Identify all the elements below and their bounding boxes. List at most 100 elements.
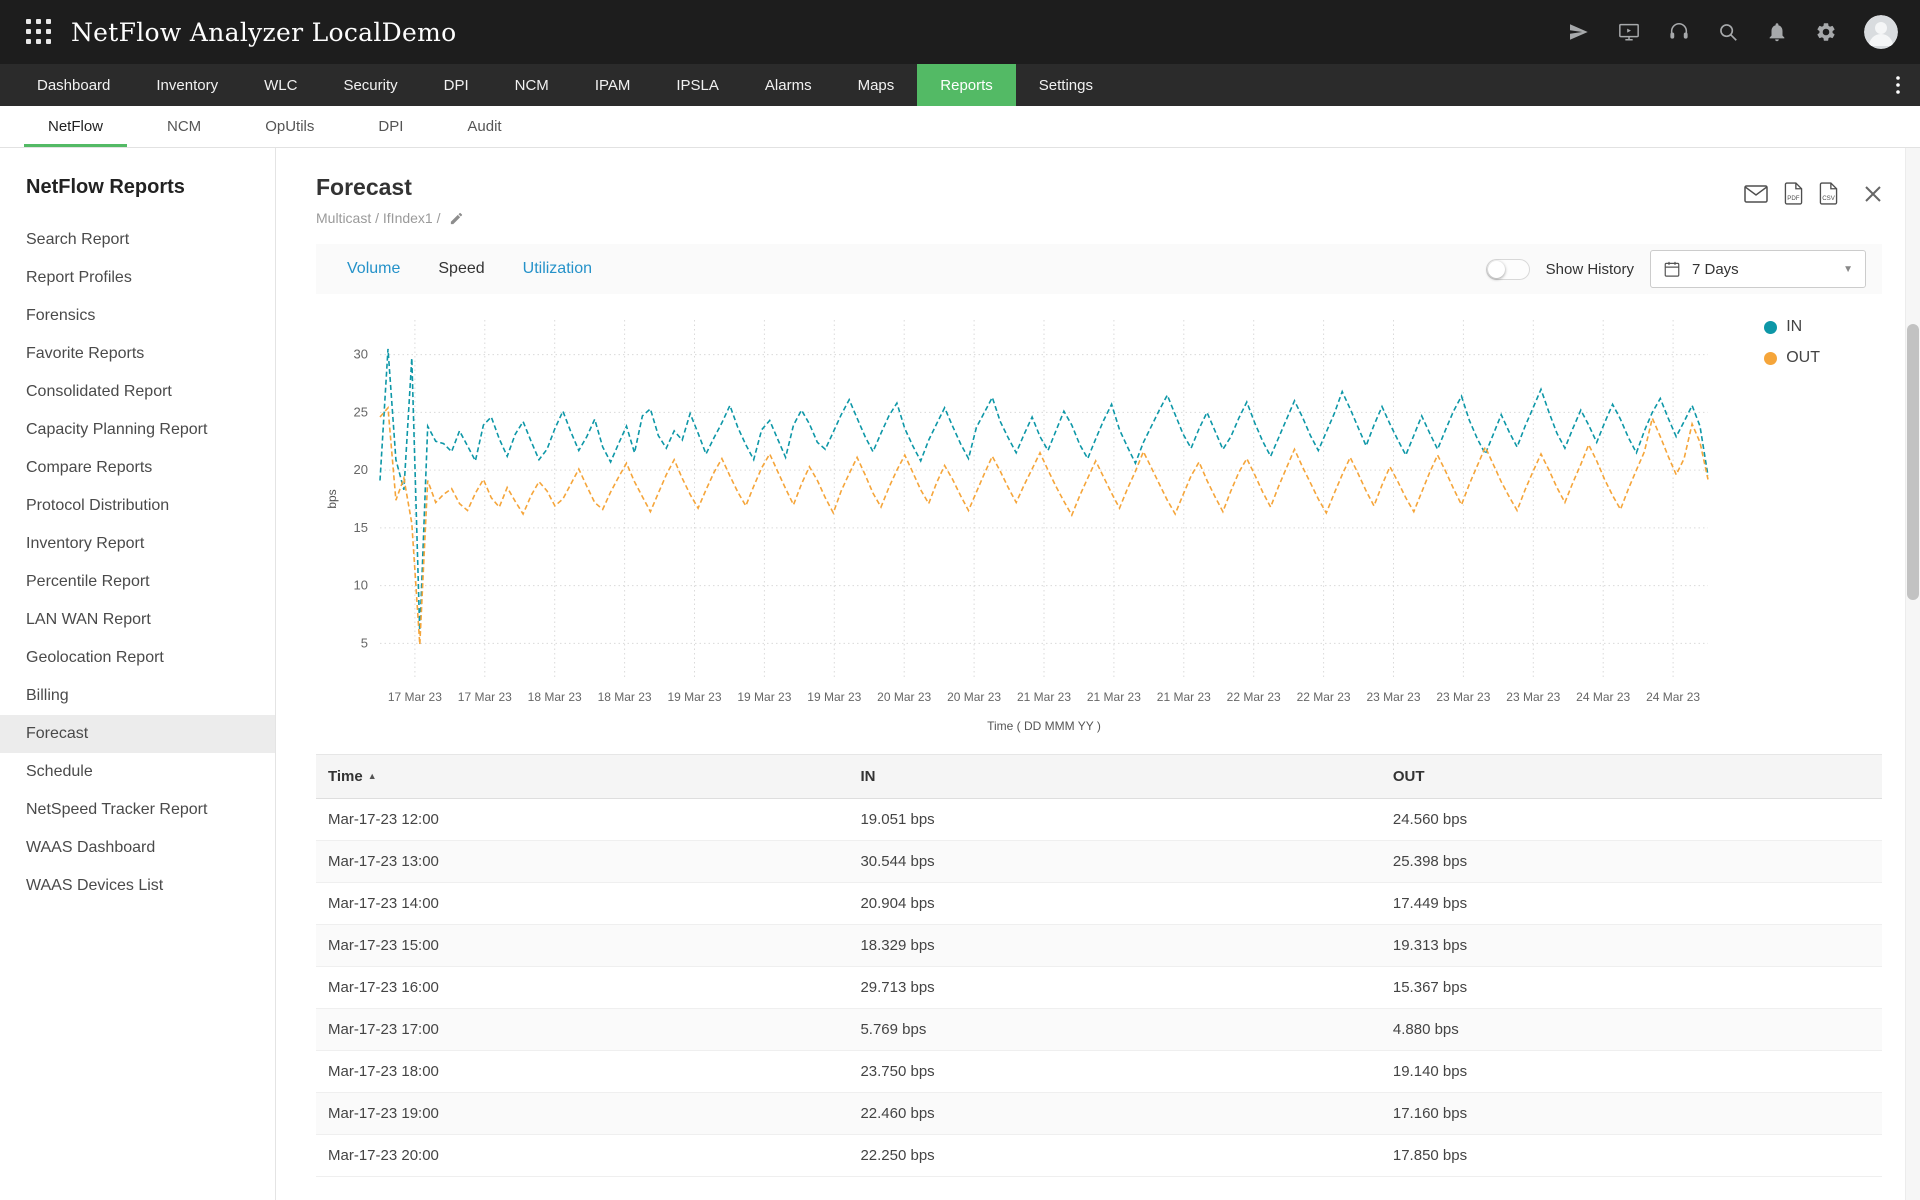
- svg-text:19 Mar 23: 19 Mar 23: [737, 690, 791, 704]
- show-history-label: Show History: [1545, 260, 1634, 278]
- tab-utilization[interactable]: Utilization: [504, 260, 611, 278]
- column-header-time[interactable]: Time ▲: [316, 754, 849, 799]
- sidebar-item-favorite-reports[interactable]: Favorite Reports: [0, 335, 275, 373]
- svg-text:17 Mar 23: 17 Mar 23: [458, 690, 512, 704]
- cell-in: 19.051 bps: [848, 798, 1381, 841]
- table-row: Mar-17-23 13:00 30.544 bps 25.398 bps: [316, 840, 1882, 883]
- toggle-knob: [1487, 260, 1505, 278]
- cell-in: 22.460 bps: [848, 1092, 1381, 1135]
- scrollbar-thumb[interactable]: [1907, 324, 1919, 600]
- email-report-icon[interactable]: [1744, 184, 1768, 203]
- column-header-out[interactable]: OUT: [1380, 754, 1882, 799]
- table-row: Mar-17-23 14:00 20.904 bps 17.449 bps: [316, 882, 1882, 925]
- sidebar-item-percentile-report[interactable]: Percentile Report: [0, 563, 275, 601]
- sidebar-item-report-profiles[interactable]: Report Profiles: [0, 259, 275, 297]
- svg-text:19 Mar 23: 19 Mar 23: [807, 690, 861, 704]
- sort-arrow-icon: ▲: [367, 771, 377, 781]
- demo-screen-icon[interactable]: [1617, 21, 1641, 43]
- nav-item-reports[interactable]: Reports: [917, 64, 1016, 106]
- notifications-bell-icon[interactable]: [1766, 21, 1788, 43]
- column-header-in[interactable]: IN: [848, 754, 1381, 799]
- show-history-toggle[interactable]: [1485, 258, 1530, 280]
- user-avatar[interactable]: [1864, 15, 1898, 49]
- cell-out: 19.313 bps: [1380, 924, 1882, 967]
- svg-text:25: 25: [354, 404, 368, 419]
- sidebar-item-forensics[interactable]: Forensics: [0, 297, 275, 335]
- apps-grid-icon[interactable]: [26, 18, 53, 46]
- subnav-item-dpi[interactable]: DPI: [346, 106, 435, 147]
- in-legend-label: IN: [1786, 318, 1803, 335]
- table-body: Mar-17-23 12:00 19.051 bps 24.560 bps Mar-1…: [316, 798, 1882, 1177]
- sidebar-item-forecast[interactable]: Forecast: [0, 715, 275, 753]
- sidebar-item-compare-reports[interactable]: Compare Reports: [0, 449, 275, 487]
- svg-text:23 Mar 23: 23 Mar 23: [1366, 690, 1420, 704]
- nav-item-wlc[interactable]: WLC: [241, 64, 320, 106]
- support-headset-icon[interactable]: [1668, 21, 1690, 43]
- svg-text:20 Mar 23: 20 Mar 23: [877, 690, 931, 704]
- sidebar-item-waas-devices-list[interactable]: WAAS Devices List: [0, 867, 275, 905]
- tab-speed[interactable]: Speed: [419, 260, 503, 278]
- sidebar-item-capacity-planning-report[interactable]: Capacity Planning Report: [0, 411, 275, 449]
- cell-time: Mar-17-23 13:00: [316, 840, 849, 883]
- nav-item-ncm[interactable]: NCM: [492, 64, 572, 106]
- tab-volume[interactable]: Volume: [328, 260, 419, 278]
- svg-text:24 Mar 23: 24 Mar 23: [1646, 690, 1700, 704]
- tab-strip: Volume Speed Utilization Show History 7 Da…: [316, 244, 1882, 294]
- svg-text:23 Mar 23: 23 Mar 23: [1436, 690, 1490, 704]
- export-csv-icon[interactable]: CSV: [1819, 182, 1838, 205]
- subnav-item-ncm[interactable]: NCM: [135, 106, 233, 147]
- sidebar-item-lan-wan-report[interactable]: LAN WAN Report: [0, 601, 275, 639]
- svg-text:30: 30: [354, 347, 368, 362]
- forecast-table: Time ▲ IN OUT Mar-17-23 12:00 19.051 bps 24.5…: [316, 754, 1882, 1177]
- sidebar-item-search-report[interactable]: Search Report: [0, 221, 275, 259]
- subnav-item-netflow[interactable]: NetFlow: [16, 106, 135, 147]
- sidebar-item-waas-dashboard[interactable]: WAAS Dashboard: [0, 829, 275, 867]
- cell-time: Mar-17-23 20:00: [316, 1134, 849, 1177]
- nav-overflow-menu-icon[interactable]: [1876, 64, 1920, 106]
- sidebar-item-netspeed-tracker-report[interactable]: NetSpeed Tracker Report: [0, 791, 275, 829]
- nav-item-dashboard[interactable]: Dashboard: [14, 64, 133, 106]
- nav-item-ipam[interactable]: IPAM: [572, 64, 654, 106]
- legend-item-out[interactable]: OUT: [1764, 349, 1820, 367]
- cell-out: 19.140 bps: [1380, 1050, 1882, 1093]
- svg-text:22 Mar 23: 22 Mar 23: [1297, 690, 1351, 704]
- sidebar-item-inventory-report[interactable]: Inventory Report: [0, 525, 275, 563]
- nav-item-maps[interactable]: Maps: [835, 64, 918, 106]
- cell-in: 30.544 bps: [848, 840, 1381, 883]
- nav-item-ipsla[interactable]: IPSLA: [653, 64, 742, 106]
- vertical-scrollbar[interactable]: [1905, 148, 1920, 1200]
- export-pdf-icon[interactable]: PDF: [1784, 182, 1803, 205]
- close-report-icon[interactable]: [1864, 185, 1882, 203]
- sidebar-item-geolocation-report[interactable]: Geolocation Report: [0, 639, 275, 677]
- launch-icon[interactable]: [1568, 21, 1590, 43]
- subnav-item-oputils[interactable]: OpUtils: [233, 106, 346, 147]
- svg-text:18 Mar 23: 18 Mar 23: [528, 690, 582, 704]
- report-content: Forecast Multicast / IfIndex1 / PDF CSV: [276, 148, 1920, 1200]
- nav-item-inventory[interactable]: Inventory: [133, 64, 241, 106]
- sidebar-item-consolidated-report[interactable]: Consolidated Report: [0, 373, 275, 411]
- main-nav: Dashboard Inventory WLC Security DPI NCM IPAM I…: [0, 64, 1920, 106]
- legend-item-in[interactable]: IN: [1764, 318, 1820, 336]
- nav-item-settings[interactable]: Settings: [1016, 64, 1116, 106]
- sidebar-item-schedule[interactable]: Schedule: [0, 753, 275, 791]
- cell-time: Mar-17-23 18:00: [316, 1050, 849, 1093]
- settings-gear-icon[interactable]: [1815, 21, 1837, 43]
- edit-pencil-icon[interactable]: [449, 211, 464, 226]
- nav-item-dpi[interactable]: DPI: [421, 64, 492, 106]
- table-row: Mar-17-23 18:00 23.750 bps 19.140 bps: [316, 1050, 1882, 1093]
- cell-in: 5.769 bps: [848, 1008, 1381, 1051]
- sidebar-title: NetFlow Reports: [26, 176, 185, 198]
- strip-right: Show History 7 Days ▼: [1485, 250, 1870, 288]
- cell-out: 4.880 bps: [1380, 1008, 1882, 1051]
- nav-item-alarms[interactable]: Alarms: [742, 64, 835, 106]
- svg-text:Time ( DD MMM YY ): Time ( DD MMM YY ): [987, 719, 1101, 733]
- app-header: NetFlow Analyzer LocalDemo: [0, 0, 1920, 64]
- search-icon[interactable]: [1717, 21, 1739, 43]
- subnav-item-audit[interactable]: Audit: [435, 106, 533, 147]
- nav-item-security[interactable]: Security: [320, 64, 420, 106]
- chart-canvas: 5 10 15 20 25 30 17 Mar 23 17 Mar 23 18 Mar 23 18…: [325, 320, 1709, 733]
- sidebar-item-billing[interactable]: Billing: [0, 677, 275, 715]
- sidebar-item-protocol-distribution[interactable]: Protocol Distribution: [0, 487, 275, 525]
- breadcrumb: Multicast / IfIndex1 /: [316, 210, 464, 226]
- period-dropdown[interactable]: 7 Days ▼: [1650, 250, 1866, 288]
